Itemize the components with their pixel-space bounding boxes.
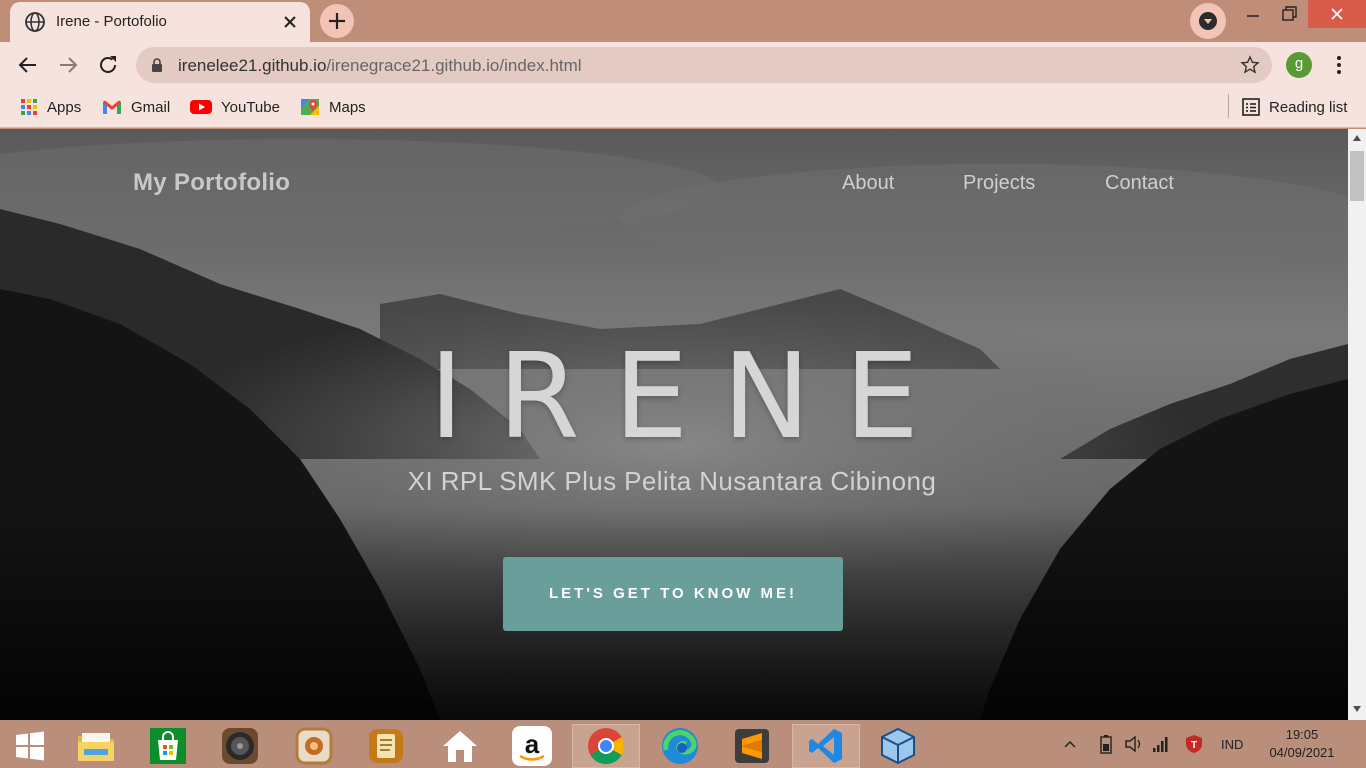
taskbar-photo-viewer[interactable] [280,724,348,768]
url-path: /irenegrace21.github.io/index.html [326,56,582,75]
new-tab-button[interactable] [320,4,354,38]
plus-icon [329,13,345,29]
tab-search-button[interactable] [1190,3,1226,39]
clock-date: 04/09/2021 [1269,745,1335,760]
browser-tab[interactable]: Irene - Portofolio [10,2,310,42]
microsoft-store-icon [150,728,186,764]
bookmarks-bar: Apps Gmail YouTube Maps Reading list [0,88,1366,128]
page-scrollbar[interactable] [1348,129,1366,720]
forward-arrow-icon[interactable] [54,51,82,79]
taskbar-home[interactable] [426,724,494,768]
url-text[interactable]: irenelee21.github.io/irenegrace21.github… [178,56,582,76]
bookmark-maps[interactable]: Maps [300,96,366,118]
reading-list-icon [1242,98,1260,116]
reading-list-button[interactable]: Reading list [1242,96,1347,118]
clock-time: 19:05 [1285,727,1319,742]
maps-icon [301,99,319,115]
home-icon [443,731,477,762]
address-bar[interactable]: irenelee21.github.io/irenegrace21.github… [136,47,1272,83]
file-explorer-icon [78,733,114,761]
bookmark-star-icon[interactable] [1240,55,1260,75]
svg-text:T: T [1191,740,1197,751]
youtube-icon [190,100,212,114]
amazon-icon: a [512,726,552,766]
bookmarks-divider [1228,94,1229,118]
more-menu-icon[interactable] [1330,53,1348,77]
apps-grid-icon [21,99,37,115]
hero-subtitle: XI RPL SMK Plus Pelita Nusantara Cibinon… [407,466,937,496]
taskbar-store[interactable] [134,724,202,768]
network-signal-icon[interactable] [1152,735,1170,753]
close-icon [1331,8,1343,20]
notes-icon [369,729,403,763]
close-tab-icon[interactable] [278,10,302,34]
taskbar: a T IND 19:05 04/09/2021 [0,720,1366,768]
page-viewport: My Portofolio About Projects Contact IRE… [0,129,1348,720]
music-player-icon [222,728,258,764]
profile-avatar[interactable]: g [1286,52,1312,78]
url-host: irenelee21.github.io [178,56,327,75]
tab-strip: Irene - Portofolio [0,0,1366,42]
taskbar-music-player[interactable] [206,724,274,768]
browser-toolbar: irenelee21.github.io/irenegrace21.github… [0,42,1366,88]
security-shield-icon[interactable]: T [1184,734,1204,754]
svg-text:a: a [525,729,540,759]
edge-icon [662,728,698,764]
sublime-text-icon [735,729,769,763]
nav-link-contact[interactable]: Contact [1105,172,1174,195]
minimize-icon [1247,15,1259,17]
close-window-button[interactable] [1308,0,1366,28]
start-icon [16,731,44,761]
hero-title: IRENE [428,327,954,465]
bookmark-label: Maps [329,98,366,116]
photo-viewer-icon [295,727,333,765]
site-brand[interactable]: My Portofolio [133,169,290,197]
taskbar-virtualbox[interactable] [864,724,932,768]
bookmark-label: Gmail [131,98,171,116]
bookmark-apps[interactable]: Apps [20,96,81,118]
restore-button[interactable] [1266,0,1312,28]
reading-list-label: Reading list [1269,98,1348,116]
reload-icon[interactable] [94,51,122,79]
volume-icon[interactable] [1124,734,1144,754]
system-clock[interactable]: 19:05 04/09/2021 [1262,726,1342,762]
tab-title: Irene - Portofolio [56,13,167,30]
battery-icon[interactable] [1100,734,1112,754]
vscode-icon [809,729,842,763]
bookmark-youtube[interactable]: YouTube [190,96,280,118]
restore-icon [1282,6,1297,21]
bookmark-label: YouTube [221,98,280,116]
chevron-down-icon [1199,12,1217,30]
start-button[interactable] [0,724,60,768]
taskbar-notes[interactable] [352,724,420,768]
taskbar-vscode[interactable] [792,724,860,768]
bookmark-label: Apps [47,98,82,116]
back-arrow-icon[interactable] [14,51,42,79]
taskbar-amazon[interactable]: a [498,724,566,768]
taskbar-chrome[interactable] [572,724,640,768]
input-language[interactable]: IND [1221,737,1243,752]
taskbar-edge[interactable] [646,724,714,768]
gmail-icon [103,100,121,114]
show-hidden-icons-icon[interactable] [1064,739,1076,749]
scroll-up-icon[interactable] [1352,134,1362,142]
taskbar-sublime[interactable] [718,724,786,768]
cta-button[interactable]: LET'S GET TO KNOW ME! [503,557,843,631]
globe-icon [25,12,45,32]
bookmark-gmail[interactable]: Gmail [102,96,170,118]
scrollbar-thumb[interactable] [1350,151,1364,201]
chrome-icon [588,728,625,765]
scroll-down-icon[interactable] [1352,705,1362,713]
taskbar-file-explorer[interactable] [62,724,130,768]
nav-link-projects[interactable]: Projects [963,172,1035,195]
nav-link-about[interactable]: About [842,172,894,195]
virtualbox-icon [881,727,915,765]
lock-icon[interactable] [150,57,164,73]
